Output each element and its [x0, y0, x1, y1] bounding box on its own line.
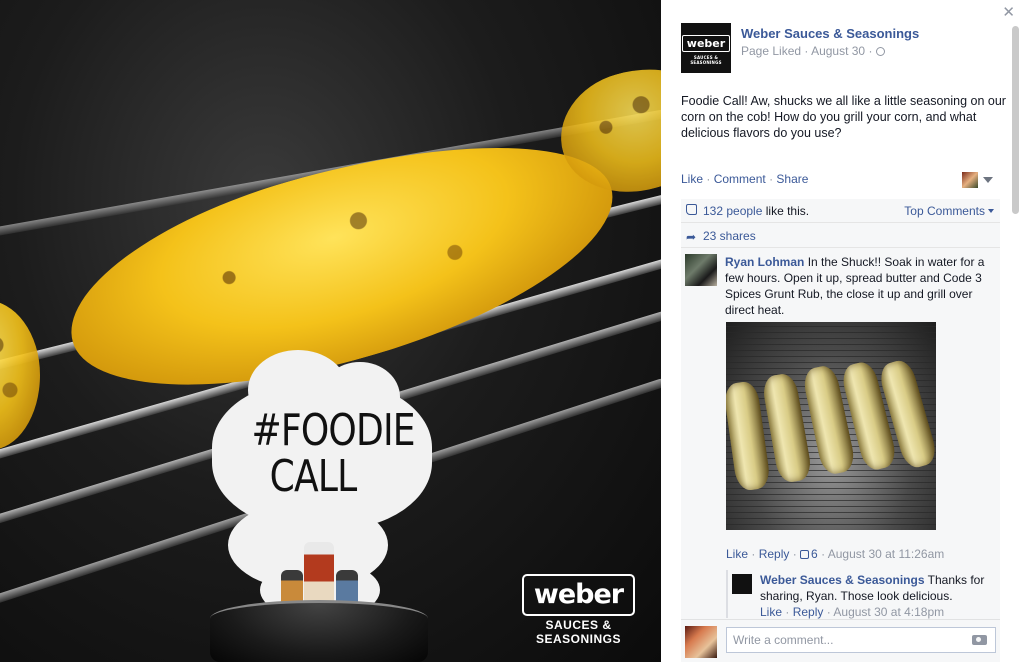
chevron-down-icon[interactable] — [983, 177, 993, 183]
shares-link[interactable]: 23 shares — [703, 229, 756, 243]
top-comments-dropdown[interactable]: Top Comments — [904, 204, 994, 218]
comment-time[interactable]: August 30 at 11:26am — [828, 547, 945, 561]
reply-like-link[interactable]: Like — [760, 605, 782, 619]
post-photo: #FOODIE CALL weber SAUCES & SEASONINGS — [0, 0, 661, 662]
post-text: Foodie Call! Aw, shucks we all like a li… — [681, 94, 1006, 140]
page-name-link[interactable]: Weber Sauces & Seasonings — [741, 26, 919, 41]
post-date[interactable]: August 30 — [811, 44, 865, 58]
comment-input[interactable] — [727, 628, 957, 652]
scrollbar[interactable] — [1012, 26, 1019, 214]
close-icon[interactable]: ✕ — [1002, 3, 1015, 21]
globe-icon — [875, 47, 885, 56]
post-actions: Like · Comment · Share — [681, 172, 809, 186]
avatar[interactable] — [685, 254, 717, 286]
foodie-call-text: #FOODIE CALL — [251, 405, 416, 502]
comment-reply-link[interactable]: Reply — [759, 547, 790, 561]
post-sidebar: ✕ weber SAUCES & SEASONINGS Weber Sauces… — [661, 0, 1021, 662]
post-meta: Page Liked · August 30 · — [741, 44, 885, 58]
likes-row: 132 people like this. Top Comments — [681, 199, 1000, 223]
avatar — [685, 626, 717, 658]
share-link[interactable]: Share — [776, 172, 808, 186]
comment-body: Ryan Lohman In the Shuck!! Soak in water… — [725, 254, 995, 318]
comment-box — [726, 627, 996, 653]
likes-count-link[interactable]: 132 people — [703, 204, 762, 218]
comment-footer: Like · Reply · 6 · August 30 at 11:26am — [726, 547, 945, 561]
reply: Weber Sauces & Seasonings Thanks for sha… — [726, 570, 1000, 619]
comment-like-count[interactable]: 6 — [811, 547, 818, 561]
thumb-up-icon — [800, 550, 810, 559]
like-link[interactable]: Like — [681, 172, 703, 186]
comment-photo[interactable] — [726, 322, 936, 530]
grill-kettle — [210, 600, 428, 662]
avatar[interactable] — [732, 574, 752, 594]
reply-footer: Like · Reply · August 30 at 4:18pm — [760, 605, 945, 619]
page-liked-label: Page Liked — [741, 44, 802, 58]
post-header: weber SAUCES & SEASONINGS Weber Sauces &… — [681, 23, 981, 75]
comment-like-link[interactable]: Like — [726, 547, 748, 561]
page-avatar[interactable]: weber SAUCES & SEASONINGS — [681, 23, 731, 73]
weber-logo: weber SAUCES & SEASONINGS — [515, 574, 642, 646]
thumb-up-icon — [686, 204, 697, 215]
reply-body: Weber Sauces & Seasonings Thanks for sha… — [760, 572, 1000, 604]
comment-composer — [681, 619, 1000, 662]
reply-reply-link[interactable]: Reply — [793, 605, 824, 619]
feedback-panel: 132 people like this. Top Comments ➦ 23 … — [681, 199, 1000, 662]
shares-row: ➦ 23 shares — [681, 224, 1000, 248]
likes-suffix: like this. — [765, 204, 810, 218]
corn-cob — [0, 300, 40, 450]
camera-icon[interactable] — [972, 635, 987, 645]
comment-link[interactable]: Comment — [714, 172, 766, 186]
share-arrow-icon: ➦ — [686, 230, 697, 244]
reply-author[interactable]: Weber Sauces & Seasonings — [760, 573, 925, 587]
viewer-avatar[interactable] — [962, 172, 978, 188]
comment-author[interactable]: Ryan Lohman — [725, 255, 804, 269]
reply-time[interactable]: August 30 at 4:18pm — [833, 605, 944, 619]
